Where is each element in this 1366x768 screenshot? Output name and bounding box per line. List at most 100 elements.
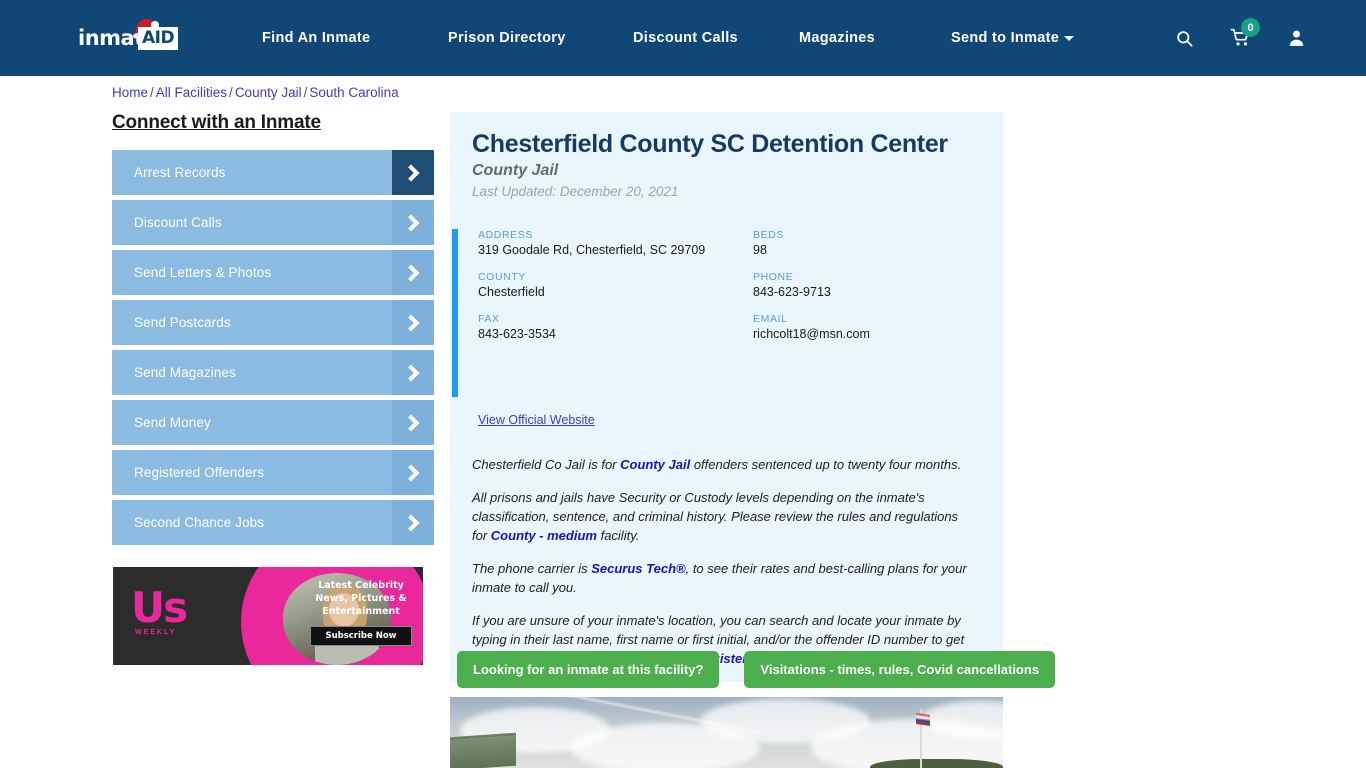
facility-info-grid: ADDRESS 319 Goodale Rd, Chesterfield, SC… xyxy=(478,229,1003,341)
info-label: BEDS xyxy=(753,229,784,241)
sidebar-item-discount-calls[interactable]: Discount Calls xyxy=(112,200,434,245)
info-value: 319 Goodale Rd, Chesterfield, SC 29709 xyxy=(478,243,706,257)
sidebar-item-label: Second Chance Jobs xyxy=(134,515,265,530)
description-paragraph-2: All prisons and jails have Security or C… xyxy=(472,488,973,545)
desc-text: Chesterfield Co Jail is for xyxy=(472,457,621,472)
sidebar: Connect with an Inmate Arrest Records Di… xyxy=(112,112,434,550)
breadcrumb-item-all-facilities[interactable]: All Facilities xyxy=(156,85,227,100)
sidebar-item-label: Send Postcards xyxy=(134,315,231,330)
facility-photo xyxy=(450,697,1003,768)
description-paragraph-1: Chesterfield Co Jail is for County Jail … xyxy=(472,455,973,474)
cart-icon[interactable]: 0 xyxy=(1230,18,1260,48)
ad-tagline: Latest Celebrity News, Pictures & Entert… xyxy=(315,580,407,617)
page-title: Chesterfield County SC Detention Center xyxy=(472,130,948,158)
sidebar-item-label: Discount Calls xyxy=(134,215,222,230)
desc-text: offenders sentenced up to twenty four mo… xyxy=(690,457,962,472)
info-value: 843-623-3534 xyxy=(478,327,556,341)
info-value: Chesterfield xyxy=(478,285,545,299)
sidebar-item-label: Registered Offenders xyxy=(134,465,265,480)
sidebar-item-arrest-records[interactable]: Arrest Records xyxy=(112,150,434,195)
breadcrumb-separator: / xyxy=(229,85,233,100)
nav-item-prison-directory[interactable]: Prison Directory xyxy=(448,30,633,46)
info-field-address: ADDRESS 319 Goodale Rd, Chesterfield, SC… xyxy=(478,229,753,257)
american-flag-icon xyxy=(916,713,930,726)
sidebar-item-send-postcards[interactable]: Send Postcards xyxy=(112,300,434,345)
top-navigation-bar: inmate AID Find An Inmate Prison Directo… xyxy=(0,0,1366,76)
info-field-phone: PHONE 843-623-9713 xyxy=(753,271,1003,299)
sidebar-item-registered-offenders[interactable]: Registered Offenders xyxy=(112,450,434,495)
nav-item-send-to-inmate[interactable]: Send to Inmate xyxy=(951,30,1081,46)
info-value: richcolt18@msn.com xyxy=(753,327,870,341)
breadcrumb-separator: / xyxy=(303,85,308,100)
chevron-right-icon xyxy=(392,400,434,445)
facility-description: Chesterfield Co Jail is for County Jail … xyxy=(450,455,1003,668)
info-label: PHONE xyxy=(753,271,794,283)
cart-count-badge: 0 xyxy=(1241,18,1260,37)
chevron-right-icon xyxy=(392,300,434,345)
desc-link-county-medium[interactable]: County - medium xyxy=(491,528,597,543)
nav-item-send-to-inmate-label: Send to Inmate xyxy=(951,30,1060,46)
info-value: 843-623-9713 xyxy=(753,285,831,299)
facility-building xyxy=(450,732,516,768)
desc-text: facility. xyxy=(596,528,640,543)
info-field-fax: FAX 843-623-3534 xyxy=(478,313,753,341)
info-label: COUNTY xyxy=(478,271,526,283)
site-logo[interactable]: inmate AID xyxy=(78,16,190,55)
ad-brand-sub: WEEKLY xyxy=(135,629,177,636)
info-value: 98 xyxy=(753,243,767,257)
desc-link-securus-tech[interactable]: Securus Tech® xyxy=(591,561,685,576)
chevron-right-icon xyxy=(392,350,434,395)
chevron-right-icon xyxy=(392,250,434,295)
inmate-search-button[interactable]: Looking for an inmate at this facility? xyxy=(457,651,720,688)
chevron-right-icon xyxy=(392,450,434,495)
info-field-county: COUNTY Chesterfield xyxy=(478,271,753,299)
description-paragraph-3: The phone carrier is Securus Tech®, to s… xyxy=(472,559,973,597)
sidebar-item-send-letters-photos[interactable]: Send Letters & Photos xyxy=(112,250,434,295)
ad-brand-logo: Us xyxy=(131,583,188,632)
breadcrumb-item-south-carolina[interactable]: South Carolina xyxy=(309,85,398,100)
sidebar-advertisement[interactable]: Us WEEKLY Latest Celebrity News, Picture… xyxy=(113,567,423,665)
chevron-down-icon xyxy=(1064,35,1075,41)
sidebar-item-label: Send Magazines xyxy=(134,365,236,380)
nav-item-magazines[interactable]: Magazines xyxy=(799,30,951,46)
facility-info-block: ADDRESS 319 Goodale Rd, Chesterfield, SC… xyxy=(450,229,1003,397)
header-icon-group: 0 xyxy=(1175,0,1306,76)
desc-text: The phone carrier is xyxy=(472,561,592,576)
chevron-right-icon xyxy=(392,200,434,245)
breadcrumb-item-county-jail[interactable]: County Jail xyxy=(235,85,302,100)
sidebar-item-send-magazines[interactable]: Send Magazines xyxy=(112,350,434,395)
info-label: EMAIL xyxy=(753,313,788,325)
action-button-row: Looking for an inmate at this facility? … xyxy=(457,651,1056,688)
visitation-info-button[interactable]: Visitations - times, rules, Covid cancel… xyxy=(744,651,1056,688)
main-menu: Find An Inmate Prison Directory Discount… xyxy=(262,0,1081,76)
facility-detail-card: Chesterfield County SC Detention Center … xyxy=(450,112,1003,682)
last-updated-text: Last Updated: December 20, 2021 xyxy=(472,184,679,199)
desc-link-county-jail[interactable]: County Jail xyxy=(620,457,690,472)
treeline xyxy=(870,759,1003,768)
sidebar-item-label: Send Money xyxy=(134,415,211,430)
sidebar-item-second-chance-jobs[interactable]: Second Chance Jobs xyxy=(112,500,434,545)
breadcrumb-item-home[interactable]: Home xyxy=(112,85,148,100)
user-icon[interactable] xyxy=(1287,28,1306,48)
search-icon[interactable] xyxy=(1175,29,1194,48)
info-field-email: EMAIL richcolt18@msn.com xyxy=(753,313,1003,341)
ad-subscribe-button[interactable]: Subscribe Now xyxy=(310,626,412,646)
info-label: ADDRESS xyxy=(478,229,533,241)
facility-type: County Jail xyxy=(472,162,559,179)
info-field-beds: BEDS 98 xyxy=(753,229,1003,257)
sidebar-item-label: Send Letters & Photos xyxy=(134,265,272,280)
sidebar-item-send-money[interactable]: Send Money xyxy=(112,400,434,445)
accent-bar xyxy=(452,229,458,397)
chevron-right-icon xyxy=(392,150,434,195)
nav-item-discount-calls[interactable]: Discount Calls xyxy=(633,30,799,46)
sidebar-title: Connect with an Inmate xyxy=(112,112,321,133)
nav-item-find-an-inmate[interactable]: Find An Inmate xyxy=(262,30,448,46)
sidebar-item-label: Arrest Records xyxy=(134,165,226,180)
view-official-website-link[interactable]: View Official Website xyxy=(478,413,595,427)
info-label: FAX xyxy=(478,313,500,325)
logo-badge: AID xyxy=(138,27,179,50)
breadcrumb: Home / All Facilities / County Jail / South Ca… xyxy=(112,85,399,100)
ad-copy-block: Latest Celebrity News, Pictures & Entert… xyxy=(305,579,417,646)
chevron-right-icon xyxy=(392,500,434,545)
breadcrumb-separator: / xyxy=(150,85,154,100)
